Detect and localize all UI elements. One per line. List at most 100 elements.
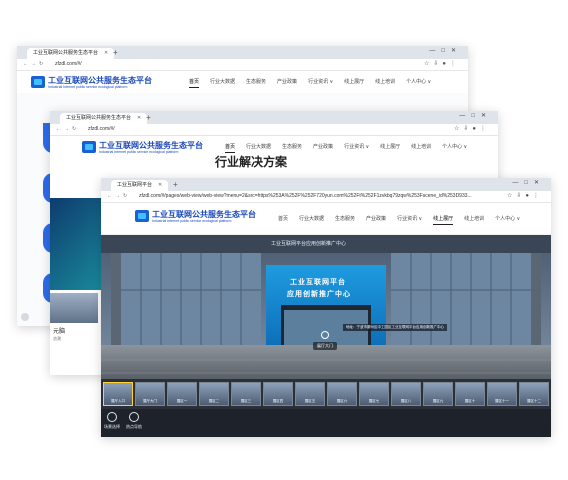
scene-thumbnail[interactable]: 展区十 <box>455 382 485 406</box>
scene-thumbnail[interactable]: 展区十一 <box>487 382 517 406</box>
scene-thumbnail[interactable]: 展区七 <box>359 382 389 406</box>
panorama-scene <box>101 235 551 385</box>
hotspot-nav-button[interactable]: 热点导航 <box>125 412 143 430</box>
scene-select-icon <box>107 412 117 422</box>
scene-thumbnail[interactable]: 展区十二 <box>519 382 549 406</box>
scene-thumbnail[interactable]: 展厅入口 <box>103 382 133 406</box>
browser-tab[interactable]: 工业互联网平台 ✕ <box>111 180 169 191</box>
window-controls[interactable]: —□✕ <box>459 112 492 119</box>
scene-thumbnail[interactable]: 展区四 <box>263 382 293 406</box>
nav-buttons[interactable]: ←→↻ <box>107 193 130 199</box>
tab-title: 工业互联网平台 <box>117 182 153 188</box>
menu-item[interactable]: 行业大数据 <box>246 144 271 150</box>
window-controls[interactable]: —□✕ <box>429 47 462 54</box>
viewer-control-bar: 场景选择 热点导航 <box>101 409 551 437</box>
window-controls[interactable]: —□✕ <box>512 179 545 186</box>
scene-thumbnail[interactable]: 展区五 <box>295 382 325 406</box>
menu-item-home[interactable]: 首页 <box>225 144 236 153</box>
menu-item-home[interactable]: 首页 <box>189 79 200 88</box>
menu-item[interactable]: 个人中心 ∨ <box>495 216 520 222</box>
address-bar: ←→↻ zfzdl.com/#/pages/web-view/web-view?… <box>101 191 551 203</box>
scene-thumbnail[interactable]: 展区六 <box>327 382 357 406</box>
scene-thumbnail[interactable]: 展区一 <box>167 382 197 406</box>
scene-thumbnail-label: 展区三 <box>240 399 252 403</box>
url-field[interactable]: zfzdl.com/#/pages/web-view/web-view?menu… <box>139 193 472 199</box>
tab-title: 工业互联网公共服务生态平台 <box>33 50 99 56</box>
tab-bar: 工业互联网公共服务生态平台 ✕ + —□✕ <box>17 46 468 59</box>
scene-thumbnail-label: 展厅大门 <box>143 399 157 403</box>
browser-window-front: 工业互联网平台 ✕ + —□✕ ←→↻ zfzdl.com/#/pages/web… <box>101 178 551 437</box>
scene-thumbnail-label: 展区十二 <box>527 399 541 403</box>
menu-item[interactable]: 产业政策 <box>313 144 333 150</box>
close-tab-icon[interactable]: ✕ <box>137 115 141 121</box>
browser-tab[interactable]: 工业互联网公共服务生态平台 ✕ <box>60 113 148 124</box>
scene-thumbnail-label: 展区十一 <box>495 399 509 403</box>
tab-bar: 工业互联网公共服务生态平台 ✕ + —□✕ <box>50 111 498 124</box>
main-menu: 首页 行业大数据 生态服务 产业政策 行业资讯 ∨ 线上展厅 线上培训 个人中心 ∨ <box>278 215 531 225</box>
scene-thumbnail-label: 展区九 <box>432 399 444 403</box>
menu-item[interactable]: 产业政策 <box>277 79 297 85</box>
scene-thumbnail[interactable]: 展厅大门 <box>135 382 165 406</box>
new-tab-icon[interactable]: + <box>113 48 118 57</box>
new-tab-icon[interactable]: + <box>146 113 151 122</box>
menu-item[interactable]: 线上培训 <box>375 79 395 85</box>
scene-thumbnail-label: 展区六 <box>336 399 348 403</box>
close-tab-icon[interactable]: ✕ <box>104 50 108 56</box>
browser-tab[interactable]: 工业互联网公共服务生态平台 ✕ <box>27 48 115 59</box>
site-header: 工业互联网公共服务生态平台 Industrial Internet public… <box>101 203 551 235</box>
menu-item[interactable]: 线上培训 <box>464 216 484 222</box>
menu-item[interactable]: 生态服务 <box>246 79 266 85</box>
logo-subtitle: Industrial Internet public service ecolo… <box>152 219 232 223</box>
close-tab-icon[interactable]: ✕ <box>158 182 162 188</box>
nav-buttons[interactable]: ←→↻ <box>23 61 46 67</box>
tab-bar: 工业互联网平台 ✕ + —□✕ <box>101 178 551 191</box>
menu-item[interactable]: 行业资讯 ∨ <box>397 216 422 222</box>
logo-subtitle: Industrial Internet public service ecolo… <box>99 150 179 154</box>
tab-title: 工业互联网公共服务生态平台 <box>66 115 132 121</box>
scene-thumbnail-label: 展区八 <box>400 399 412 403</box>
menu-item[interactable]: 个人中心 ∨ <box>406 79 431 85</box>
scene-thumbnail[interactable]: 展区二 <box>199 382 229 406</box>
scene-thumbnail[interactable]: 展区九 <box>423 382 453 406</box>
menu-item[interactable]: 生态服务 <box>335 216 355 222</box>
toolbar-icons[interactable]: ☆⇩●⋮ <box>507 192 543 199</box>
new-tab-icon[interactable]: + <box>173 180 178 189</box>
menu-item[interactable]: 行业资讯 ∨ <box>344 144 369 150</box>
scene-select-button[interactable]: 场景选择 <box>103 412 121 430</box>
scene-thumbnail-label: 展区十 <box>464 399 476 403</box>
section-heading: 行业解决方案 <box>215 155 288 169</box>
menu-item[interactable]: 线上培训 <box>411 144 431 150</box>
scene-thumbnail-label: 展区四 <box>272 399 284 403</box>
scene-thumbnail-label: 展区七 <box>368 399 380 403</box>
solution-image <box>50 293 98 323</box>
toolbar-icons[interactable]: ☆⇩●⋮ <box>424 60 460 67</box>
logo-icon <box>31 76 45 88</box>
hotspot-hall-label[interactable]: 展厅大门 <box>313 342 337 350</box>
url-field[interactable]: zfzdl.com/#/ <box>55 61 82 67</box>
menu-item[interactable]: 行业大数据 <box>299 216 324 222</box>
scene-thumbnail-label: 展区二 <box>208 399 220 403</box>
scroll-left-icon[interactable] <box>21 313 29 321</box>
menu-item[interactable]: 行业大数据 <box>210 79 235 85</box>
toolbar-icons[interactable]: ☆⇩●⋮ <box>454 125 490 132</box>
scene-thumbnail[interactable]: 展区三 <box>231 382 261 406</box>
menu-item[interactable]: 生态服务 <box>282 144 302 150</box>
menu-item[interactable]: 个人中心 ∨ <box>442 144 467 150</box>
logo-icon <box>82 141 96 153</box>
menu-item[interactable]: 行业资讯 ∨ <box>308 79 333 85</box>
menu-item-online-hall[interactable]: 线上展厅 <box>433 216 454 225</box>
hotspot-arrow-icon[interactable] <box>321 331 329 339</box>
address-bar: ←→↻ zfzdl.com/#/ ☆⇩●⋮ <box>17 59 468 71</box>
url-field[interactable]: zfzdl.com/#/ <box>88 126 115 132</box>
menu-item[interactable]: 线上展厅 <box>380 144 400 150</box>
door-sign-line1: 工业互联网平台 <box>290 279 346 286</box>
scene-thumbnail-label: 展厅入口 <box>111 399 125 403</box>
address-bar: ←→↻ zfzdl.com/#/ ☆⇩●⋮ <box>50 124 498 136</box>
menu-item-home[interactable]: 首页 <box>278 216 288 222</box>
solution-image <box>50 198 105 290</box>
panorama-viewer[interactable]: 工业互联网平台应用创新推广中心 工业互联网平台 应用创新推广中心 地址：宁波市鄞… <box>101 235 551 385</box>
menu-item[interactable]: 产业政策 <box>366 216 386 222</box>
scene-thumbnail[interactable]: 展区八 <box>391 382 421 406</box>
menu-item[interactable]: 线上展厅 <box>344 79 364 85</box>
nav-buttons[interactable]: ←→↻ <box>56 126 79 132</box>
